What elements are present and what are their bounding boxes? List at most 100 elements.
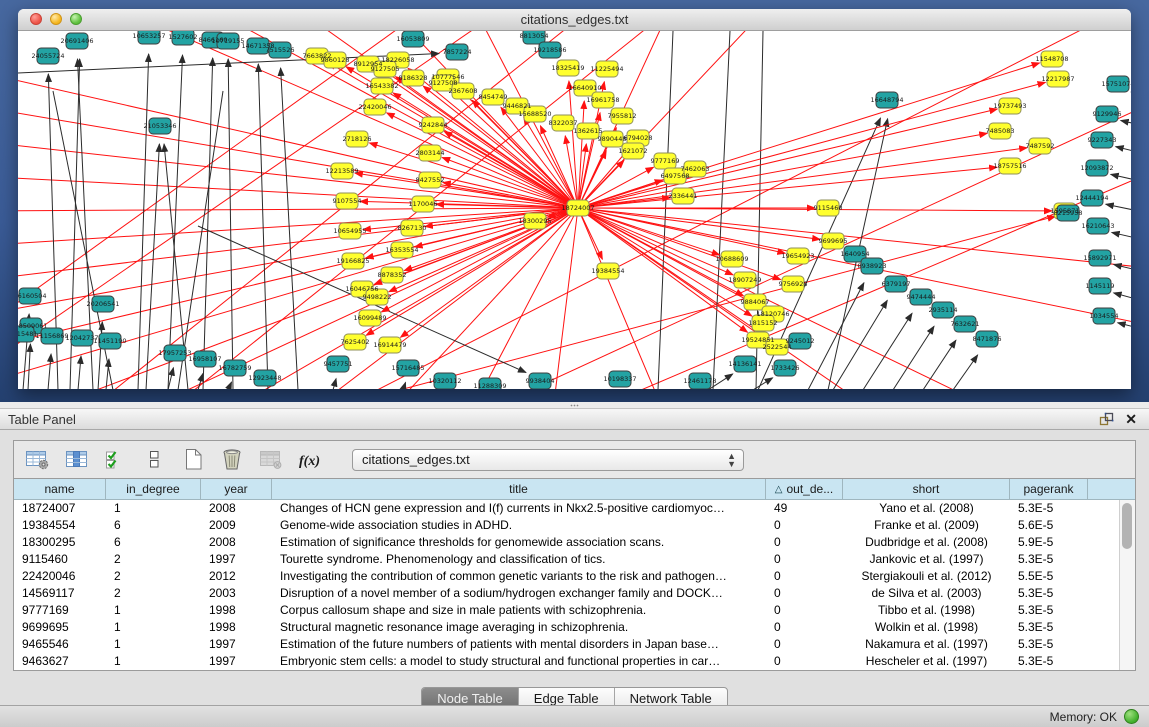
minimize-window-button[interactable] bbox=[50, 13, 62, 25]
citation-edge-black bbox=[228, 382, 232, 389]
citation-edge-red bbox=[578, 148, 1027, 208]
graph-node-label: 16210643 bbox=[1081, 222, 1114, 230]
delete-table-disabled-icon[interactable] bbox=[258, 448, 284, 472]
table-scrollbar[interactable] bbox=[1119, 500, 1135, 670]
status-bar: Memory: OK bbox=[0, 705, 1149, 727]
table-settings-icon[interactable] bbox=[24, 448, 50, 472]
table-panel-body: f(x) citations_edges.txt▲▼ namein_degreey… bbox=[0, 430, 1149, 705]
graph-node-label: 21053346 bbox=[143, 122, 176, 130]
cell-year: 1997 bbox=[201, 636, 272, 653]
graph-node-label: 1170046 bbox=[409, 200, 438, 208]
graph-node-label: 9699695 bbox=[819, 237, 848, 245]
graph-node-label: 12213589 bbox=[325, 167, 358, 175]
cell-in_degree: 1 bbox=[106, 602, 201, 619]
graph-node-label: 8267130 bbox=[398, 224, 427, 232]
new-document-icon[interactable] bbox=[180, 448, 206, 472]
column-header-out_de[interactable]: △out_de... bbox=[766, 479, 843, 499]
graph-node-label: 1640954 bbox=[841, 250, 870, 258]
cell-name: 9115460 bbox=[14, 551, 106, 568]
graph-node-label: 7632621 bbox=[951, 320, 980, 328]
column-header-name[interactable]: name bbox=[14, 479, 106, 499]
cell-title: Estimation of significance thresholds fo… bbox=[272, 534, 766, 551]
table-row[interactable]: 1872400712008Changes of HCN gene express… bbox=[14, 500, 1135, 517]
network-view-window[interactable]: citations_edges.txt 18724007766382298601… bbox=[18, 9, 1131, 389]
cell-year: 2003 bbox=[201, 585, 272, 602]
graph-node-label: 9777169 bbox=[651, 157, 680, 165]
network-select-value: citations_edges.txt bbox=[362, 452, 470, 467]
citation-edge-red bbox=[415, 208, 578, 247]
graph-node-label: 19384554 bbox=[591, 267, 624, 275]
graph-node-label: 26160504 bbox=[18, 292, 47, 300]
cell-pagerank: 5.9E-5 bbox=[1010, 534, 1088, 551]
citation-edge-black bbox=[923, 340, 956, 389]
table-row[interactable]: 1830029562008Estimation of significance … bbox=[14, 534, 1135, 551]
zoom-window-button[interactable] bbox=[70, 13, 82, 25]
sort-ascending-icon: △ bbox=[775, 484, 783, 495]
window-title: citations_edges.txt bbox=[521, 12, 629, 27]
table-content-box: f(x) citations_edges.txt▲▼ namein_degreey… bbox=[13, 440, 1136, 671]
table-row[interactable]: 1456911722003Disruption of a novel membe… bbox=[14, 585, 1135, 602]
citation-edge-red bbox=[18, 67, 578, 208]
graph-node-label: 1733426 bbox=[771, 364, 800, 372]
cell-year: 2008 bbox=[201, 500, 272, 517]
graph-node-label: 16958107 bbox=[188, 355, 221, 363]
cell-pagerank: 5.6E-5 bbox=[1010, 517, 1088, 534]
function-fx-icon[interactable]: f(x) bbox=[297, 448, 323, 472]
graph-node-label: 7485083 bbox=[986, 127, 1015, 135]
close-window-button[interactable] bbox=[30, 13, 42, 25]
graph-node-label: 15688520 bbox=[518, 110, 551, 118]
citation-edge-red bbox=[18, 175, 578, 208]
graph-node-label: 18907249 bbox=[728, 276, 761, 284]
graph-node-label: 7625402 bbox=[341, 338, 370, 346]
citation-edge-black bbox=[713, 31, 730, 389]
select-checks-icon[interactable] bbox=[102, 448, 128, 472]
network-desktop: citations_edges.txt 18724007766382298601… bbox=[0, 0, 1149, 402]
close-panel-icon[interactable]: ✕ bbox=[1125, 411, 1137, 428]
citation-edge-black bbox=[658, 31, 673, 389]
window-titlebar[interactable]: citations_edges.txt bbox=[18, 9, 1131, 31]
table-row[interactable]: 969969511998Structural magnetic resonanc… bbox=[14, 619, 1135, 636]
table-row[interactable]: 1938455462009Genome-wide association stu… bbox=[14, 517, 1135, 534]
citation-edge-black bbox=[146, 144, 159, 389]
scrollbar-thumb[interactable] bbox=[1122, 503, 1132, 549]
citation-edge-black bbox=[833, 300, 887, 389]
network-select-dropdown[interactable]: citations_edges.txt▲▼ bbox=[352, 449, 744, 471]
memory-ok-indicator-icon bbox=[1124, 709, 1139, 724]
citation-edge-black bbox=[48, 354, 51, 389]
citation-edge-black bbox=[1114, 293, 1131, 305]
column-header-short[interactable]: short bbox=[843, 479, 1010, 499]
graph-node-label: 10719155 bbox=[211, 37, 244, 45]
citation-edge-black bbox=[28, 344, 30, 389]
cell-title: Tourette syndrome. Phenomenology and cla… bbox=[272, 551, 766, 568]
table-row[interactable]: 2242004622012Investigating the contribut… bbox=[14, 568, 1135, 585]
table-column-icon[interactable] bbox=[63, 448, 89, 472]
graph-node-label: 16961758 bbox=[586, 96, 619, 104]
cell-out_de: 0 bbox=[766, 534, 843, 551]
network-canvas[interactable]: 1872400776638229860128891295418226058912… bbox=[18, 31, 1131, 389]
cell-name: 18724007 bbox=[14, 500, 106, 517]
graph-node-label: 10688609 bbox=[715, 255, 748, 263]
rows-icon[interactable] bbox=[141, 448, 167, 472]
graph-node-label: 18509061 bbox=[18, 322, 48, 330]
graph-node-label: 6497568 bbox=[661, 172, 690, 180]
cell-title: Estimation of the future numbers of pati… bbox=[272, 636, 766, 653]
cell-name: 9465546 bbox=[14, 636, 106, 653]
graph-node-label: 8938923 bbox=[858, 262, 887, 270]
table-row[interactable]: 911546021997Tourette syndrome. Phenomeno… bbox=[14, 551, 1135, 568]
graph-node-label: 22420046 bbox=[358, 103, 391, 111]
column-header-pagerank[interactable]: pagerank bbox=[1010, 479, 1088, 499]
citation-edge-red bbox=[379, 71, 578, 208]
table-row[interactable]: 946362711997Embryonic stem cells: a mode… bbox=[14, 653, 1135, 670]
trash-icon[interactable] bbox=[219, 448, 245, 472]
float-window-icon[interactable] bbox=[1099, 412, 1115, 427]
column-header-filler bbox=[1088, 479, 1135, 499]
column-header-title[interactable]: title bbox=[272, 479, 766, 499]
cell-title: Structural magnetic resonance image aver… bbox=[272, 619, 766, 636]
table-row[interactable]: 977716911998Corpus callosum shape and si… bbox=[14, 602, 1135, 619]
graph-node-label: 19218586 bbox=[533, 46, 566, 54]
column-header-in_degree[interactable]: in_degree bbox=[106, 479, 201, 499]
cell-year: 1998 bbox=[201, 619, 272, 636]
cell-out_de: 0 bbox=[766, 517, 843, 534]
column-header-year[interactable]: year bbox=[201, 479, 272, 499]
table-row[interactable]: 946554611997Estimation of the future num… bbox=[14, 636, 1135, 653]
